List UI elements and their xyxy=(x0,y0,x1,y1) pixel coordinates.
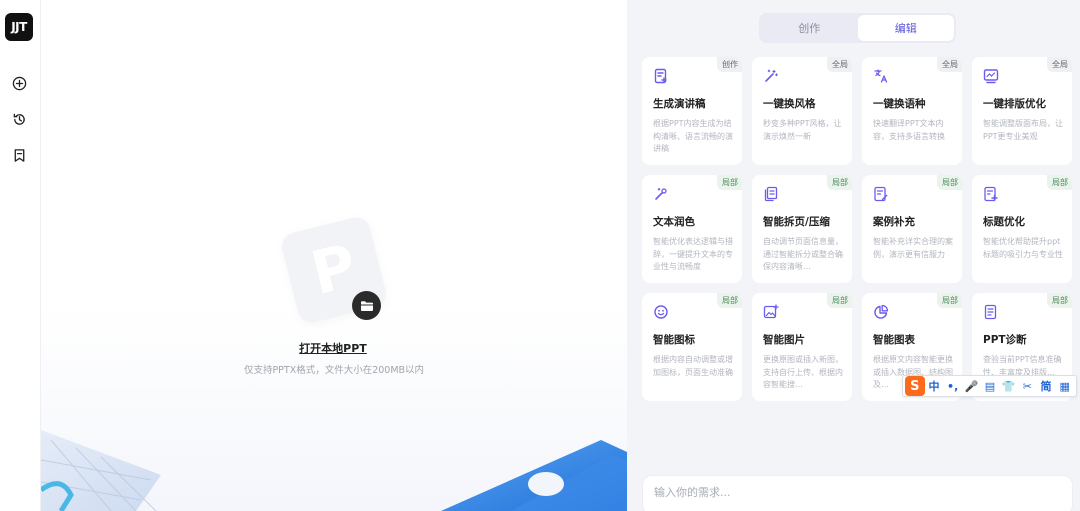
magic-wand-icon xyxy=(765,69,778,82)
card-title: PPT诊断 xyxy=(983,334,1027,346)
scope-tag: 局部 xyxy=(717,293,742,308)
ime-toolbar: S 中 •, 🎤 ▤ 👕 ✂ 简 ▦ xyxy=(902,375,1077,397)
mode-tabs: 创作 编辑 xyxy=(759,13,956,43)
speech-doc-icon xyxy=(654,68,667,84)
scope-tag: 局部 xyxy=(827,293,852,308)
tab-create[interactable]: 创作 xyxy=(761,15,858,41)
card-generate-speech[interactable]: 创作 生成演讲稿 根据PPT内容生成为结构清晰、语言流畅的演讲稿 xyxy=(642,57,742,165)
new-button[interactable] xyxy=(10,74,28,92)
card-title: 智能拆页/压缩 xyxy=(763,216,830,228)
polish-wand-icon xyxy=(655,187,667,200)
tab-edit[interactable]: 编辑 xyxy=(857,15,954,41)
card-title: 案例补充 xyxy=(873,216,915,228)
title-plus-icon xyxy=(984,186,998,202)
layout-icon xyxy=(983,69,999,84)
card-change-style[interactable]: 全局 一键换风格 秒变多种PPT风格，让演示焕然一新 xyxy=(752,57,852,165)
ime-logo-icon[interactable]: S xyxy=(905,376,925,396)
scope-tag: 全局 xyxy=(827,57,852,72)
card-desc: 根据PPT内容生成为结构清晰、语言流畅的演讲稿 xyxy=(653,119,733,153)
new-icon xyxy=(12,76,26,90)
ime-simplified-mode[interactable]: 简 xyxy=(1037,376,1056,396)
scope-tag: 局部 xyxy=(1047,293,1072,308)
pie-chart-icon xyxy=(874,304,889,319)
card-desc: 根据内容自动调整或增加图标，页面生动准确 xyxy=(653,355,733,377)
card-title: 标题优化 xyxy=(983,216,1025,228)
card-title: 一键排版优化 xyxy=(983,98,1046,110)
card-split-compress[interactable]: 局部 智能拆页/压缩 自动调节页面信息量，通过智能拆分或整合确保内容清晰… xyxy=(752,175,852,283)
ime-keyboard-icon[interactable]: ▤ xyxy=(981,376,1000,396)
diagnose-doc-icon xyxy=(984,304,997,320)
case-edit-icon xyxy=(874,186,888,202)
card-case-supplement[interactable]: 局部 案例补充 智能补充详实合理的案例，演示更有信服力 xyxy=(862,175,962,283)
card-title-optimize[interactable]: 局部 标题优化 智能优化帮助提升ppt标题的吸引力与专业性 xyxy=(972,175,1072,283)
ime-grid-icon[interactable]: ▦ xyxy=(1055,376,1074,396)
card-desc: 智能补充详实合理的案例，演示更有信服力 xyxy=(873,237,953,259)
app-logo[interactable]: JJT xyxy=(5,13,33,41)
scope-tag: 局部 xyxy=(717,175,742,190)
card-title: 生成演讲稿 xyxy=(653,98,706,110)
bookmark-icon xyxy=(14,148,24,162)
image-plus-icon xyxy=(763,304,779,319)
folder-icon xyxy=(360,300,373,311)
card-layout-optimize[interactable]: 全局 一键排版优化 智能调整版面布局，让PPT更专业美观 xyxy=(972,57,1072,165)
card-title: 智能图表 xyxy=(873,334,915,346)
card-desc: 智能优化表达逻辑与措辞，一键提升文本的专业性与流畅度 xyxy=(653,237,733,271)
card-title: 文本润色 xyxy=(653,216,695,228)
card-title: 一键换风格 xyxy=(763,98,816,110)
card-desc: 智能优化帮助提升ppt标题的吸引力与专业性 xyxy=(983,237,1063,259)
feature-grid: 创作 生成演讲稿 根据PPT内容生成为结构清晰、语言流畅的演讲稿 全局 一键换风… xyxy=(642,57,1074,401)
history-button[interactable] xyxy=(10,110,28,128)
translate-icon xyxy=(874,69,888,83)
split-pages-icon xyxy=(764,186,778,202)
saved-button[interactable] xyxy=(10,146,28,164)
request-input-box[interactable] xyxy=(642,475,1073,511)
ime-skin-icon[interactable]: 👕 xyxy=(999,376,1018,396)
scope-tag: 创作 xyxy=(717,57,742,72)
scope-tag: 局部 xyxy=(1047,175,1072,190)
open-local-ppt-link[interactable]: 打开本地PPT xyxy=(253,340,413,356)
history-icon xyxy=(13,113,25,125)
scope-tag: 局部 xyxy=(827,175,852,190)
left-rail: JJT xyxy=(0,0,41,511)
card-smart-icon[interactable]: 局部 智能图标 根据内容自动调整或增加图标，页面生动准确 xyxy=(642,293,742,401)
card-title: 智能图片 xyxy=(763,334,805,346)
open-folder-button[interactable] xyxy=(352,291,381,320)
ime-chinese-mode[interactable]: 中 xyxy=(925,376,944,396)
decorative-illustration xyxy=(41,430,627,511)
card-desc: 秒变多种PPT风格，让演示焕然一新 xyxy=(763,119,842,141)
card-title: 一键换语种 xyxy=(873,98,926,110)
smiley-icon xyxy=(654,305,668,319)
scope-tag: 局部 xyxy=(937,175,962,190)
workspace: P 打开本地PPT 仅支持PPTX格式，文件大小在200MB以内 xyxy=(41,0,627,511)
ime-mic-icon[interactable]: 🎤 xyxy=(962,376,981,396)
card-desc: 快速翻译PPT文本内容，支持多语言转换 xyxy=(873,119,945,141)
scope-tag: 全局 xyxy=(937,57,962,72)
card-desc: 更换原图或插入新图，支持自行上传、根据内容智能搜… xyxy=(763,355,843,389)
edit-panel: 创作 编辑 创作 生成演讲稿 根据PPT内容生成为结构清晰、语言流畅的演讲稿 全… xyxy=(627,0,1080,511)
card-desc: 智能调整版面布局，让PPT更专业美观 xyxy=(983,119,1063,141)
ime-punctuation-icon[interactable]: •, xyxy=(943,376,962,396)
card-desc: 自动调节页面信息量，通过智能拆分或整合确保内容清晰… xyxy=(763,237,843,271)
card-title: 智能图标 xyxy=(653,334,695,346)
ime-scissors-icon[interactable]: ✂ xyxy=(1018,376,1037,396)
file-format-hint: 仅支持PPTX格式，文件大小在200MB以内 xyxy=(243,365,425,376)
card-smart-image[interactable]: 局部 智能图片 更换原图或插入新图，支持自行上传、根据内容智能搜… xyxy=(752,293,852,401)
scope-tag: 局部 xyxy=(937,293,962,308)
card-change-language[interactable]: 全局 一键换语种 快速翻译PPT文本内容，支持多语言转换 xyxy=(862,57,962,165)
scope-tag: 全局 xyxy=(1047,57,1072,72)
card-text-polish[interactable]: 局部 文本润色 智能优化表达逻辑与措辞，一键提升文本的专业性与流畅度 xyxy=(642,175,742,283)
request-input[interactable] xyxy=(654,486,1061,499)
